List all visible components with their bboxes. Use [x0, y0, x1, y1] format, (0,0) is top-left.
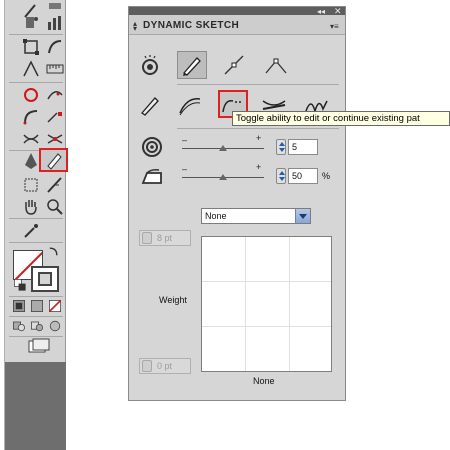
auto-draw-icon [142, 55, 158, 75]
smooth-stroke-icon [179, 98, 201, 116]
tools-panel [4, 0, 68, 450]
screenshot-stage: ◂◂ ✕ ▴ ▾ DYNAMIC SKETCH ▾≡ – + 5 – + 50 … [0, 0, 450, 450]
profile-select[interactable]: None [201, 208, 311, 224]
sketch-pen-button[interactable] [177, 51, 207, 79]
weight-bottom-value: 0 pt [157, 361, 173, 371]
color-mode-icon[interactable] [11, 298, 27, 314]
weight-top-stepper [142, 232, 152, 244]
toolbar-divider [9, 82, 63, 83]
zoom-icon[interactable] [43, 196, 67, 218]
dynamic-sketch-panel: ◂◂ ✕ ▴ ▾ DYNAMIC SKETCH ▾≡ – + 5 – + 50 … [128, 6, 346, 401]
symbol-sprayer-tool[interactable] [19, 12, 43, 34]
profile-preview-grid [201, 236, 332, 372]
weight-top-value: 8 pt [157, 233, 173, 243]
join-paths-tool[interactable] [43, 128, 67, 150]
grid-line [202, 326, 331, 327]
eyedropper-tool[interactable] [19, 220, 43, 242]
weight-label: Weight [159, 295, 187, 305]
toolbar-divider [9, 336, 63, 337]
hand-icon[interactable] [19, 196, 43, 218]
selection-rect-tool[interactable] [19, 174, 43, 196]
brush-width-icon [141, 169, 162, 184]
smooth-stroke-button[interactable] [175, 91, 205, 119]
smoothness-minus[interactable]: – [182, 135, 187, 145]
panel-drag-strip[interactable] [129, 7, 345, 15]
fidelity-field[interactable]: 50 [288, 168, 318, 184]
profile-preview-label: None [253, 376, 275, 386]
target-icon [142, 137, 162, 157]
fidelity-label-button [137, 161, 167, 189]
knife-tool[interactable] [43, 174, 67, 196]
column-graph-tool[interactable] [43, 12, 67, 34]
fidelity-plus[interactable]: + [256, 162, 261, 172]
straight-line-icon [224, 55, 244, 75]
angle-line-button[interactable] [261, 51, 291, 79]
weight-bottom-stepper [142, 360, 152, 372]
grid-line [289, 237, 290, 371]
warp-tool[interactable] [43, 36, 67, 58]
swap-arrow-icon[interactable] [47, 244, 61, 258]
fidelity-stepper[interactable] [276, 168, 286, 184]
free-transform-tool[interactable] [19, 36, 43, 58]
grid-line [202, 281, 331, 282]
smoothness-field[interactable]: 5 [288, 139, 318, 155]
panel-divider [177, 84, 339, 85]
stroke-swatch[interactable] [31, 266, 59, 292]
grid-line [245, 237, 246, 371]
perspective-tool[interactable] [19, 58, 43, 80]
straight-line-button[interactable] [219, 51, 249, 79]
screen-mode-icon[interactable] [27, 338, 51, 356]
gradient-mode-icon[interactable] [29, 298, 45, 314]
scissors-tool[interactable] [19, 128, 43, 150]
toolbar-divider [9, 218, 63, 219]
freehand-pen-icon [141, 97, 159, 116]
panel-menu-icon[interactable]: ▾≡ [330, 22, 339, 31]
default-colors-icon[interactable] [13, 278, 27, 292]
tooltip: Toggle ability to edit or continue exist… [232, 111, 450, 126]
fidelity-minus[interactable]: – [182, 164, 187, 174]
sketch-pen-icon [183, 57, 201, 76]
weight-top-field: 8 pt [139, 230, 191, 246]
auto-draw-button[interactable] [135, 51, 165, 79]
fidelity-unit: % [322, 171, 331, 181]
freehand-pen-button[interactable] [135, 91, 165, 119]
convert-anchor-tool[interactable] [43, 84, 67, 106]
none-mode-icon[interactable] [47, 298, 63, 314]
profile-select-value: None [205, 211, 227, 221]
panel-tab-toggle-icon[interactable]: ▴ ▾ [133, 20, 137, 33]
fidelity-slider-thumb[interactable] [219, 174, 227, 180]
chevron-down-icon[interactable] [295, 209, 310, 223]
smoothness-stepper[interactable] [276, 139, 286, 155]
draw-normal-icon[interactable] [11, 318, 27, 334]
angle-line-icon [265, 58, 287, 74]
arc-tool[interactable] [19, 106, 43, 128]
smoothness-slider-thumb[interactable] [219, 145, 227, 151]
draw-inside-icon[interactable] [47, 318, 63, 334]
add-anchor-tool[interactable] [43, 106, 67, 128]
toolbar-empty-area [5, 362, 66, 450]
dynamic-sketch-tool[interactable] [39, 148, 68, 172]
smoothness-label-button [137, 133, 167, 161]
panel-title[interactable]: DYNAMIC SKETCH [143, 20, 239, 31]
ruler-tool[interactable] [43, 58, 67, 80]
draw-behind-icon[interactable] [29, 318, 45, 334]
weight-bottom-field: 0 pt [139, 358, 191, 374]
panel-divider [177, 128, 339, 129]
smoothness-plus[interactable]: + [256, 133, 261, 143]
toolbar-divider [9, 34, 63, 35]
red-anchor-circle-tool[interactable] [19, 84, 43, 106]
